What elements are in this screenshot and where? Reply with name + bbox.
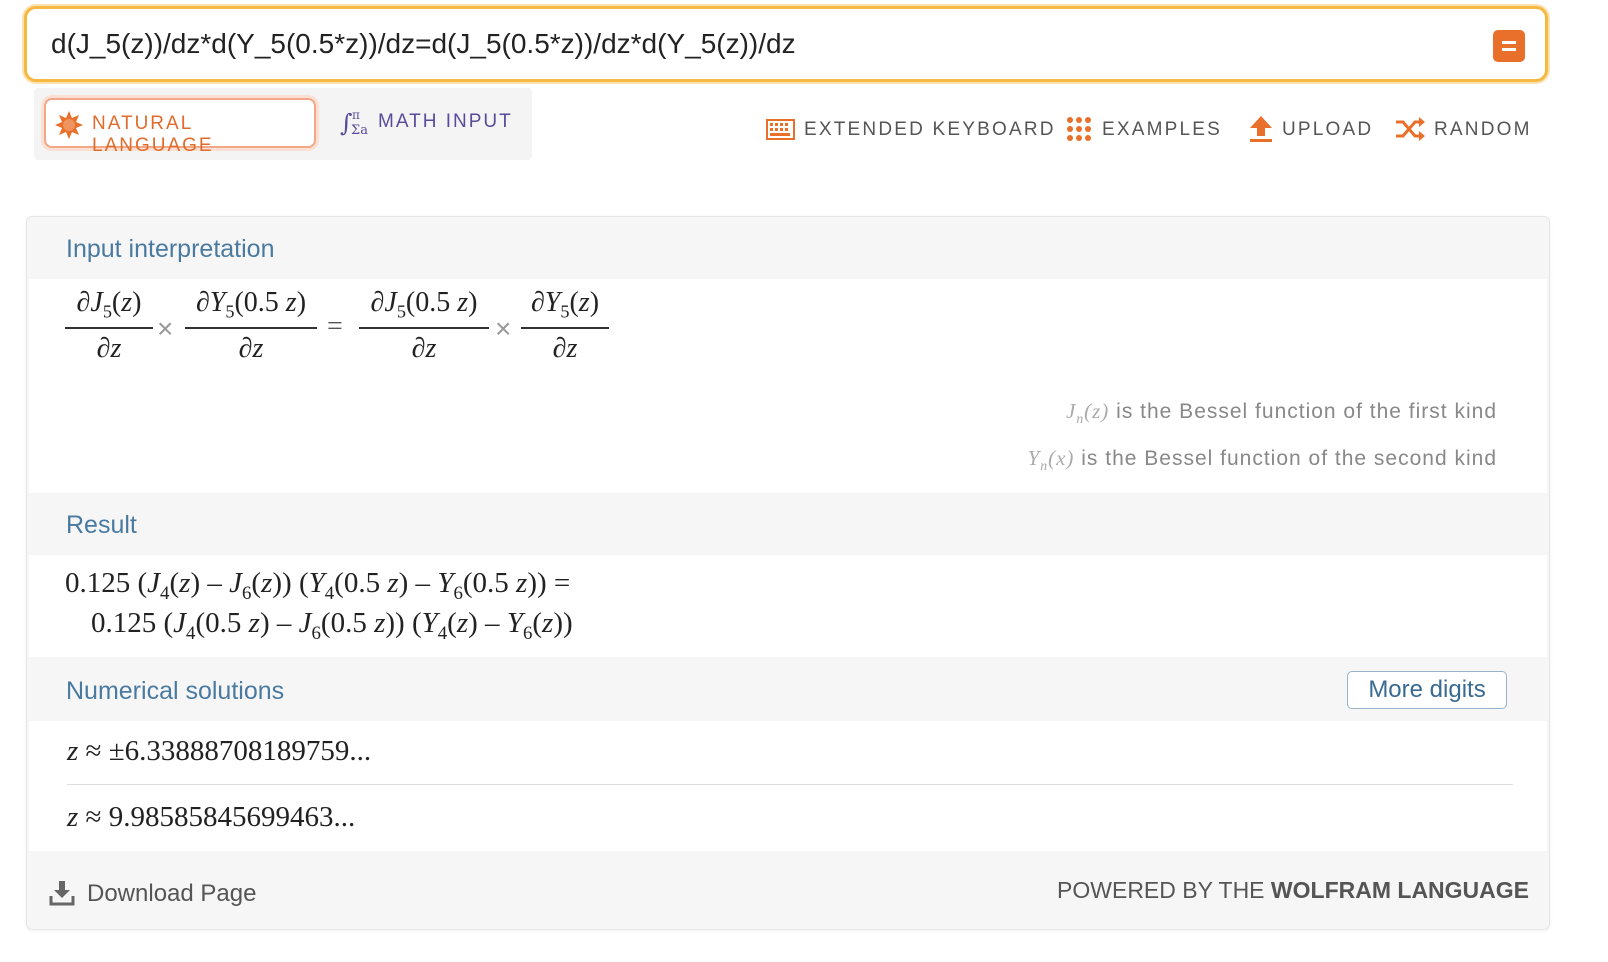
tab-math-input[interactable]: ∫ π Σa MATH INPUT <box>338 98 522 148</box>
note-symbol: Y <box>1027 446 1041 470</box>
tab-math-input-label: MATH INPUT <box>378 111 513 132</box>
download-page-label: Download Page <box>87 880 257 907</box>
note-argument: (x) <box>1048 446 1075 470</box>
times-symbol: × <box>157 313 174 344</box>
note-subscript: n <box>1076 411 1085 427</box>
result-line-1: 0.125 (J4(z) – J6(z)) (Y4(0.5 z) – Y6(0.… <box>65 567 571 604</box>
equals-icon <box>1502 41 1516 51</box>
solution-divider <box>67 784 1513 785</box>
toolbar: EXTENDED KEYBOARD EXAMPLES UPLOAD RANDOM <box>764 112 1534 146</box>
svg-text:π: π <box>352 108 360 122</box>
note-text: is the Bessel function of the second kin… <box>1081 447 1497 470</box>
tab-natural-language[interactable]: NATURAL LANGUAGE <box>44 98 316 156</box>
more-digits-button[interactable]: More digits <box>1347 671 1507 709</box>
fraction-term: ∂J5(0.5 z) ∂z <box>359 287 489 365</box>
math-input-icon: ∫ π Σa <box>340 108 368 138</box>
fraction-term: ∂Y5(z) ∂z <box>521 287 609 365</box>
search-bar <box>24 6 1548 82</box>
pod-title-result: Result <box>66 511 137 539</box>
solution-item: z ≈ 9.98585845699463... <box>67 801 356 833</box>
examples-button[interactable]: EXAMPLES <box>1066 112 1226 146</box>
solution-item: z ≈ ±6.33888708189759... <box>67 735 372 767</box>
upload-icon <box>1250 116 1272 142</box>
fraction-term: ∂J5(z) ∂z <box>65 287 153 365</box>
wolfram-language-link[interactable]: WOLFRAM LANGUAGE <box>1271 877 1529 903</box>
result-formula: 0.125 (J4(z) – J6(z)) (Y4(0.5 z) – Y6(0.… <box>29 555 1547 657</box>
solution-value: 9.98585845699463... <box>108 801 356 833</box>
upload-button[interactable]: UPLOAD <box>1246 112 1376 146</box>
pod-title-numerical-solutions: Numerical solutions <box>66 677 285 705</box>
note-argument: (z) <box>1084 399 1110 423</box>
input-interpretation-notes: Jn(z) is the Bessel function of the firs… <box>29 379 1547 493</box>
extended-keyboard-button[interactable]: EXTENDED KEYBOARD <box>764 112 1054 146</box>
extended-keyboard-label: EXTENDED KEYBOARD <box>804 119 1056 140</box>
note-subscript: n <box>1040 458 1049 474</box>
random-button[interactable]: RANDOM <box>1394 112 1534 146</box>
examples-label: EXAMPLES <box>1102 119 1223 140</box>
input-mode-tabs: NATURAL LANGUAGE ∫ π Σa MATH INPUT <box>34 88 532 160</box>
note-text: is the Bessel function of the first kind <box>1116 400 1497 423</box>
shuffle-icon <box>1396 117 1425 141</box>
note-bessel-first-kind: Jn(z) is the Bessel function of the firs… <box>1066 399 1497 427</box>
pod-title-input-interpretation: Input interpretation <box>66 235 275 263</box>
input-interpretation-formula: ∂J5(z) ∂z × ∂Y5(0.5 z) ∂z = ∂J5(0.5 z) ∂z ×… <box>29 279 1547 379</box>
powered-by-text: POWERED BY THE WOLFRAM LANGUAGE <box>1057 877 1529 904</box>
note-symbol: J <box>1065 399 1077 423</box>
search-input[interactable] <box>51 23 1471 65</box>
download-icon <box>49 881 75 906</box>
results-card: Input interpretation ∂J5(z) ∂z × ∂Y5(0.5 … <box>26 216 1550 930</box>
note-bessel-second-kind: Yn(x) is the Bessel function of the seco… <box>1028 446 1497 474</box>
upload-label: UPLOAD <box>1282 119 1374 140</box>
random-label: RANDOM <box>1434 119 1532 140</box>
tab-natural-language-label: NATURAL LANGUAGE <box>92 113 214 156</box>
result-line-2: 0.125 (J4(0.5 z) – J6(0.5 z)) (Y4(z) – Y… <box>91 607 573 644</box>
svg-text:Σa: Σa <box>351 123 368 138</box>
grid-dots-icon <box>1067 117 1091 141</box>
solution-value: ±6.33888708189759... <box>108 735 372 767</box>
times-symbol: × <box>495 313 512 344</box>
powered-by-prefix: POWERED BY THE <box>1057 877 1265 903</box>
natural-language-icon <box>55 111 83 139</box>
fraction-term: ∂Y5(0.5 z) ∂z <box>185 287 317 365</box>
keyboard-icon <box>766 119 795 140</box>
numerical-solutions-list: z ≈ ±6.33888708189759... z ≈ 9.985858456… <box>29 721 1547 851</box>
compute-button[interactable] <box>1493 30 1525 62</box>
equals-symbol: = <box>327 311 343 342</box>
